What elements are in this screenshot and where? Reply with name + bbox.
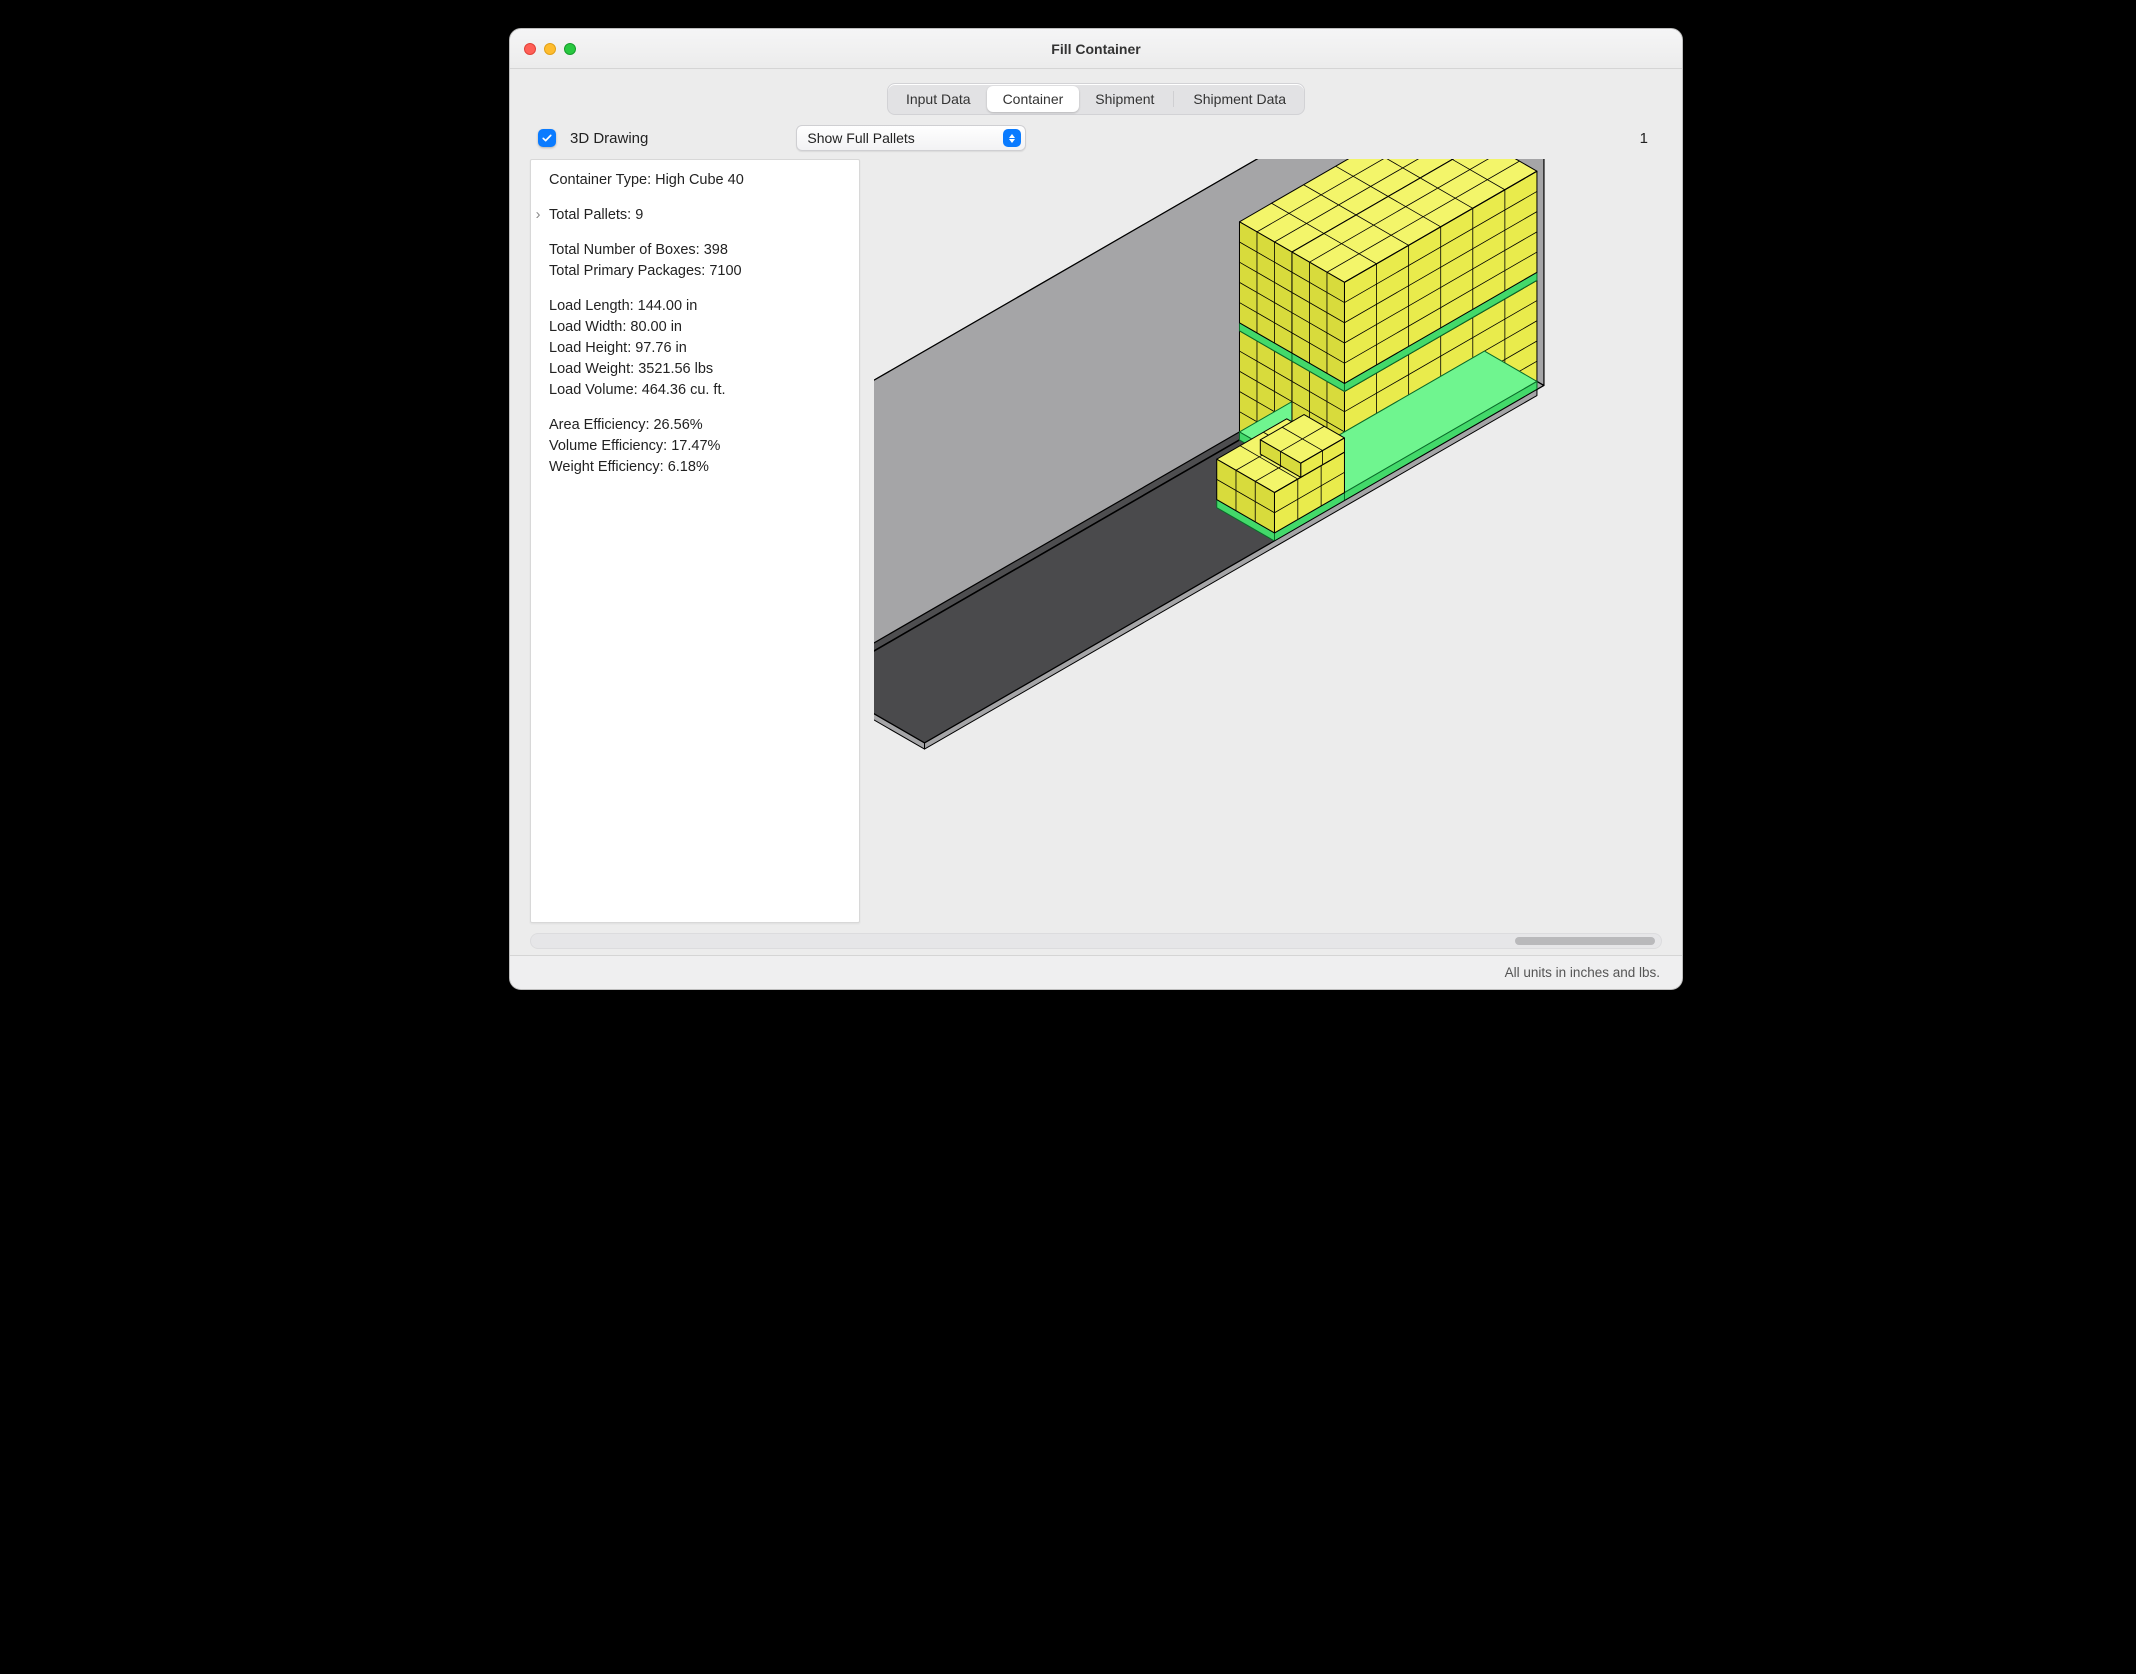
- container-type-value: High Cube 40: [655, 170, 744, 191]
- titlebar: Fill Container: [510, 29, 1682, 69]
- load-weight-label: Load Weight:: [549, 359, 634, 380]
- tab-bar: Input Data Container Shipment Shipment D…: [510, 69, 1682, 125]
- tab-container[interactable]: Container: [987, 86, 1080, 112]
- zoom-icon[interactable]: [564, 43, 576, 55]
- load-weight-value: 3521.56 lbs: [638, 359, 713, 380]
- total-boxes-value: 398: [704, 240, 728, 261]
- check-icon: [541, 132, 553, 144]
- load-length-value: 144.00 in: [638, 296, 698, 317]
- container-type-label: Container Type:: [549, 170, 651, 191]
- units-note: All units in inches and lbs.: [1505, 965, 1660, 980]
- drawing-checkbox[interactable]: [538, 129, 556, 147]
- area-eff-value: 26.56%: [653, 415, 702, 436]
- tab-divider: [1173, 91, 1174, 107]
- load-length-label: Load Length:: [549, 296, 634, 317]
- area-eff-label: Area Efficiency:: [549, 415, 649, 436]
- load-width-label: Load Width:: [549, 317, 626, 338]
- vol-eff-value: 17.47%: [671, 436, 720, 457]
- total-boxes-label: Total Number of Boxes:: [549, 240, 700, 261]
- content-area: Container Type: High Cube 40 › Total Pal…: [510, 159, 1682, 933]
- total-primary-label: Total Primary Packages:: [549, 261, 705, 282]
- dropdown-stepper-icon: [1003, 129, 1021, 147]
- footer: All units in inches and lbs.: [510, 955, 1682, 989]
- tab-shipment[interactable]: Shipment: [1079, 86, 1170, 112]
- wt-eff-value: 6.18%: [668, 457, 709, 478]
- pallet-view-dropdown[interactable]: Show Full Pallets: [796, 125, 1026, 151]
- vol-eff-label: Volume Efficiency:: [549, 436, 667, 457]
- window-title: Fill Container: [510, 41, 1682, 57]
- info-panel: Container Type: High Cube 40 › Total Pal…: [530, 159, 860, 923]
- total-pallets-value: 9: [635, 205, 643, 226]
- container-3d-view[interactable]: [874, 159, 1662, 923]
- dropdown-selected: Show Full Pallets: [807, 130, 914, 146]
- total-pallets-label: Total Pallets:: [549, 205, 631, 226]
- load-height-label: Load Height:: [549, 338, 631, 359]
- drawing-checkbox-label: 3D Drawing: [570, 130, 648, 147]
- minimize-icon[interactable]: [544, 43, 556, 55]
- tab-shipment-data[interactable]: Shipment Data: [1177, 86, 1302, 112]
- window-controls: [524, 43, 576, 55]
- wt-eff-label: Weight Efficiency:: [549, 457, 664, 478]
- load-volume-value: 464.36 cu. ft.: [642, 380, 726, 401]
- horizontal-scrollbar[interactable]: [530, 933, 1662, 949]
- toolbar: 3D Drawing Show Full Pallets 1: [510, 125, 1682, 159]
- load-height-value: 97.76 in: [635, 338, 687, 359]
- container-index: 1: [1640, 130, 1654, 147]
- load-width-value: 80.00 in: [630, 317, 682, 338]
- scrollbar-thumb[interactable]: [1515, 937, 1655, 945]
- chevron-right-icon[interactable]: ›: [533, 205, 543, 226]
- total-primary-value: 7100: [709, 261, 741, 282]
- load-volume-label: Load Volume:: [549, 380, 638, 401]
- app-window: Fill Container Input Data Container Ship…: [509, 28, 1683, 990]
- tab-input-data[interactable]: Input Data: [890, 86, 987, 112]
- close-icon[interactable]: [524, 43, 536, 55]
- segmented-tabs: Input Data Container Shipment Shipment D…: [887, 83, 1305, 115]
